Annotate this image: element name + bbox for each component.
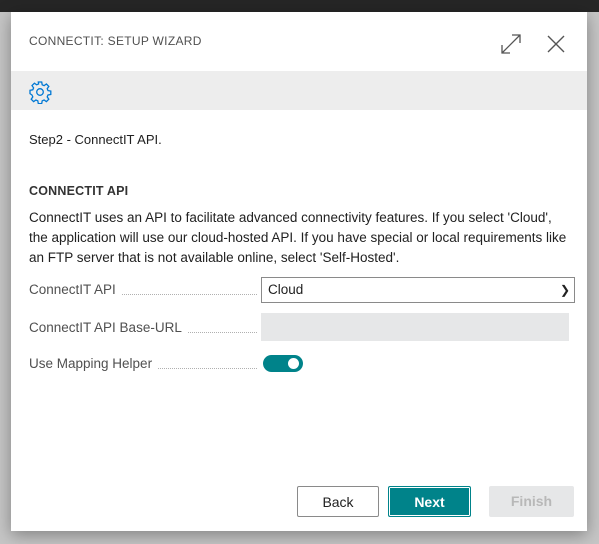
field-label: Use Mapping Helper (29, 356, 257, 371)
field-label: ConnectIT API (29, 282, 257, 297)
app-top-bar (0, 0, 599, 12)
field-label: ConnectIT API Base-URL (29, 320, 257, 335)
toggle-knob (288, 358, 299, 369)
step-text: Step2 - ConnectIT API. (29, 132, 162, 147)
api-base-url-input[interactable] (261, 313, 569, 341)
field-use-mapping-helper: Use Mapping Helper (29, 353, 569, 379)
mapping-helper-toggle[interactable] (263, 355, 303, 372)
section-description: ConnectIT uses an API to facilitate adva… (29, 210, 567, 265)
expand-icon[interactable] (499, 32, 523, 56)
chevron-down-icon: ❯ (559, 283, 570, 297)
field-api-base-url: ConnectIT API Base-URL (29, 313, 569, 341)
close-icon[interactable] (544, 32, 568, 56)
field-connectit-api: ConnectIT API Cloud ❯ (29, 277, 575, 303)
next-button[interactable]: Next (388, 486, 471, 517)
gear-icon[interactable] (28, 80, 52, 105)
finish-button[interactable]: Finish (489, 486, 574, 517)
dialog-title: CONNECTIT: SETUP WIZARD (29, 34, 202, 48)
section-title: CONNECTIT API (29, 184, 129, 198)
action-bar (11, 71, 587, 110)
connectit-api-select[interactable]: Cloud ❯ (261, 277, 575, 303)
select-value: Cloud (268, 282, 304, 297)
setup-wizard-dialog: CONNECTIT: SETUP WIZARD Step2 - ConnectI… (11, 12, 587, 531)
back-button[interactable]: Back (297, 486, 379, 517)
